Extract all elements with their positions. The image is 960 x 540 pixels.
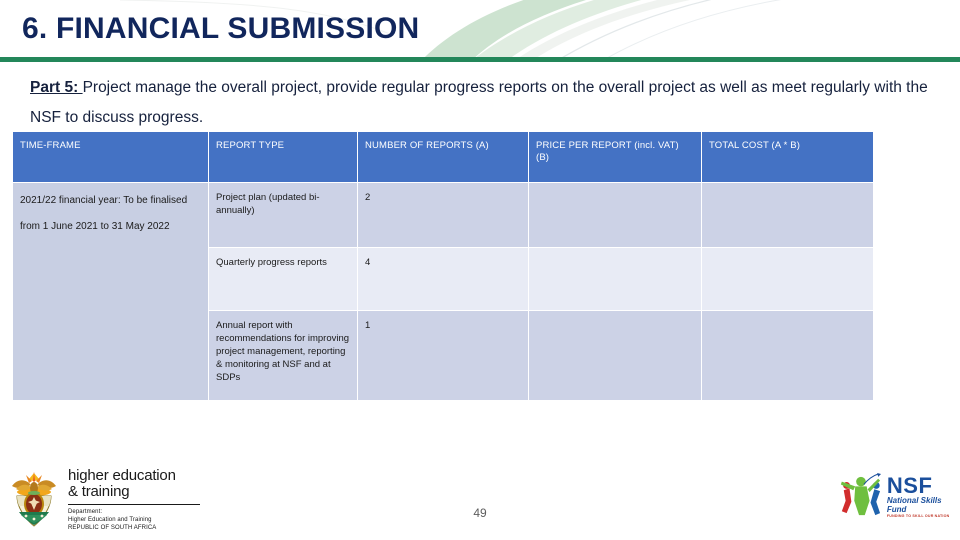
dhet-logo-block: higher education & training Department: …	[8, 466, 200, 532]
cell-total-cost	[702, 248, 873, 310]
cell-price-per-report	[529, 311, 701, 400]
column-header-report-type: REPORT TYPE	[209, 132, 357, 182]
cell-report-type: Quarterly progress reports	[209, 248, 357, 310]
cell-number-of-reports: 1	[358, 311, 528, 400]
dhet-wordmark: higher education & training Department: …	[68, 466, 200, 532]
financial-submission-table: TIME-FRAME REPORT TYPE NUMBER OF REPORTS…	[12, 131, 874, 401]
dhet-divider	[68, 504, 200, 505]
page-title: 6. FINANCIAL SUBMISSION	[22, 12, 420, 45]
south-africa-coat-of-arms-icon	[12, 472, 56, 527]
column-header-total-cost: TOTAL COST (A * B)	[702, 132, 873, 182]
cell-time-frame: 2021/22 financial year: To be finalised …	[13, 183, 208, 400]
nsf-tagline: FUNDING TO SKILL OUR NATION	[886, 513, 950, 518]
dhet-title-line-2: & training	[68, 483, 130, 500]
table-row: 2021/22 financial year: To be finalised …	[13, 183, 873, 400]
column-header-price-per-report: PRICE PER REPORT (incl. VAT) (B)	[529, 132, 701, 182]
cell-total-cost	[702, 183, 873, 247]
intro-lead-label: Part 5:	[30, 79, 83, 96]
column-header-time-frame: TIME-FRAME	[13, 132, 208, 182]
cell-price-per-report	[529, 183, 701, 247]
cell-number-of-reports: 4	[358, 248, 528, 310]
nsf-full-name: National Skills Fund	[886, 495, 942, 514]
intro-body-text: Project manage the overall project, prov…	[30, 79, 928, 126]
cell-price-per-report	[529, 248, 701, 310]
cell-number-of-reports: 2	[358, 183, 528, 247]
intro-paragraph: Part 5: Project manage the overall proje…	[30, 73, 948, 133]
nsf-logo-block: NSF National Skills Fund FUNDING TO SKIL…	[838, 470, 960, 520]
nsf-abbreviation: NSF	[886, 472, 933, 498]
nsf-people-icon	[840, 473, 882, 516]
cell-report-type: Project plan (updated bi-annually)	[209, 183, 357, 247]
nsf-wordmark: NSF National Skills Fund FUNDING TO SKIL…	[887, 472, 960, 519]
cell-total-cost	[702, 311, 873, 400]
page-number: 49	[473, 506, 487, 520]
dhet-title-line-1: higher education	[68, 467, 176, 484]
column-header-number-of-reports: NUMBER OF REPORTS (A)	[358, 132, 528, 182]
table-header-row: TIME-FRAME REPORT TYPE NUMBER OF REPORTS…	[13, 132, 873, 182]
title-underline-rule	[0, 57, 960, 62]
cell-report-type: Annual report with recommendations for i…	[209, 311, 357, 400]
dhet-country-label: REPUBLIC OF SOUTH AFRICA	[68, 525, 157, 531]
